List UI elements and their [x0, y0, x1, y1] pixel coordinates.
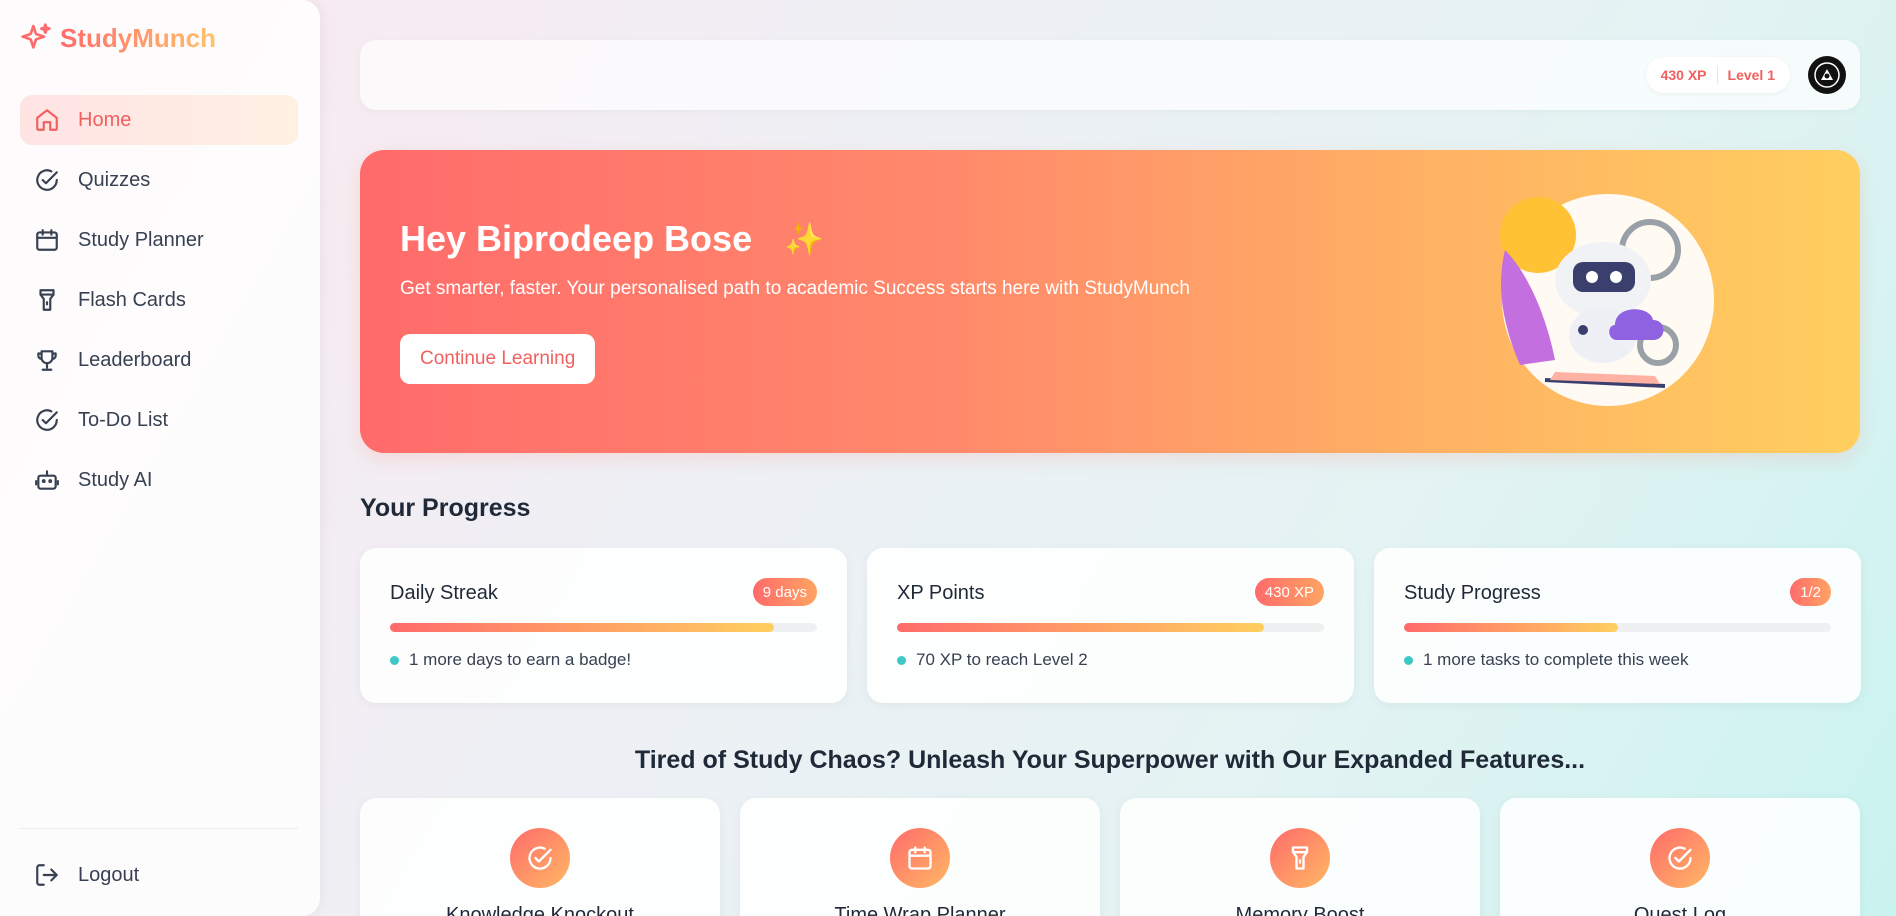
- greeting-title: Hey Biprodeep Bose: [400, 218, 753, 259]
- sidebar: StudyMunch Home Quizzes Study Planner Fl…: [0, 0, 320, 916]
- welcome-banner: Hey Biprodeep Bose ✨ Get smarter, faster…: [360, 150, 1860, 453]
- status-badge: 9 days: [752, 578, 817, 606]
- sparkles-icon: [21, 23, 51, 49]
- greeting-subtitle: Get smarter, faster. Your personalised p…: [400, 278, 1190, 299]
- top-bar: 430 XP Level 1: [360, 40, 1860, 110]
- brand-name: StudyMunch: [60, 22, 216, 53]
- feature-card-memory-boost[interactable]: Memory Boost: [1120, 798, 1480, 916]
- pill-divider: [1716, 66, 1718, 84]
- status-badge: 430 XP: [1254, 578, 1324, 606]
- trophy-icon: [37, 350, 57, 371]
- card-note-text: 1 more days to earn a badge!: [409, 650, 632, 669]
- sidebar-item-flash-cards[interactable]: Flash Cards: [20, 275, 298, 325]
- sidebar-item-label: Leaderboard: [78, 348, 192, 371]
- logout-label: Logout: [78, 863, 140, 886]
- logout-icon: [36, 864, 58, 886]
- card-title: Daily Streak: [390, 582, 498, 604]
- check-circle-icon: [1668, 846, 1692, 870]
- feature-label: Time Wrap Planner: [834, 904, 1006, 916]
- sidebar-item-quizzes[interactable]: Quizzes: [20, 155, 298, 205]
- study-progress-card: Study Progress 1/2 1 more tasks to compl…: [1374, 548, 1861, 703]
- level-value: Level 1: [1727, 67, 1775, 83]
- sidebar-nav: Home Quizzes Study Planner Flash Cards L…: [20, 95, 298, 515]
- home-icon: [36, 109, 58, 131]
- progress-track: [897, 623, 1324, 632]
- progress-section-title: Your Progress: [360, 494, 531, 522]
- flashlight-icon: [39, 289, 55, 311]
- user-avatar[interactable]: [1808, 56, 1846, 94]
- card-note: 1 more days to earn a badge!: [390, 650, 631, 670]
- progress-track: [1404, 623, 1831, 632]
- robot-illustration: [1500, 194, 1714, 406]
- sidebar-item-label: Home: [78, 108, 132, 131]
- feature-label: Memory Boost: [1235, 904, 1365, 916]
- sidebar-item-todo-list[interactable]: To-Do List: [20, 395, 298, 445]
- sidebar-item-label: To-Do List: [78, 408, 169, 431]
- feature-label: Knowledge Knockout: [446, 904, 634, 916]
- progress-fill: [1404, 623, 1618, 632]
- feature-icon-badge: [890, 828, 950, 888]
- card-note: 1 more tasks to complete this week: [1404, 650, 1689, 670]
- card-note-text: 70 XP to reach Level 2: [916, 650, 1088, 669]
- bullet-dot: [897, 655, 906, 665]
- continue-learning-button[interactable]: Continue Learning: [400, 334, 596, 384]
- features-section-title: Tired of Study Chaos? Unleash Your Super…: [634, 746, 1586, 774]
- bullet-dot: [390, 655, 399, 665]
- sparkle-emoji: ✨: [784, 221, 824, 257]
- sidebar-item-leaderboard[interactable]: Leaderboard: [20, 335, 298, 385]
- sidebar-item-home[interactable]: Home: [20, 95, 298, 145]
- xp-points-card: XP Points 430 XP 70 XP to reach Level 2: [867, 548, 1354, 703]
- check-circle-icon: [36, 169, 58, 191]
- sidebar-divider: [20, 828, 298, 829]
- bullet-dot: [1404, 655, 1413, 665]
- progress-fill: [390, 623, 775, 632]
- calendar-icon: [36, 229, 58, 251]
- feature-icon-badge: [510, 828, 570, 888]
- progress-track: [390, 623, 817, 632]
- logout-button[interactable]: Logout: [20, 850, 298, 900]
- brand-logo[interactable]: StudyMunch: [20, 22, 216, 54]
- sidebar-item-label: Study AI: [78, 468, 153, 491]
- robot-icon: [35, 470, 59, 490]
- feature-label: Quest Log: [1633, 904, 1727, 916]
- card-title: XP Points: [897, 582, 985, 604]
- card-title: Study Progress: [1404, 582, 1541, 604]
- sidebar-item-label: Flash Cards: [78, 288, 186, 311]
- card-note-text: 1 more tasks to complete this week: [1423, 650, 1689, 669]
- flashlight-icon: [1291, 846, 1309, 870]
- sidebar-item-label: Study Planner: [78, 228, 204, 251]
- check-circle-icon: [528, 846, 552, 870]
- status-badge: 1/2: [1790, 578, 1831, 606]
- feature-card-time-wrap-planner[interactable]: Time Wrap Planner: [740, 798, 1100, 916]
- feature-card-quest-log[interactable]: Quest Log: [1500, 798, 1860, 916]
- avatar-image: [1814, 62, 1840, 88]
- check-circle-icon: [36, 409, 58, 431]
- xp-value: 430 XP: [1660, 67, 1707, 83]
- sidebar-item-study-ai[interactable]: Study AI: [20, 455, 298, 505]
- feature-icon-badge: [1270, 828, 1330, 888]
- feature-card-knowledge-knockout[interactable]: Knowledge Knockout: [360, 798, 720, 916]
- sidebar-item-label: Quizzes: [78, 168, 151, 191]
- progress-fill: [897, 623, 1265, 632]
- xp-level-pill[interactable]: 430 XP Level 1: [1645, 57, 1790, 93]
- card-note: 70 XP to reach Level 2: [897, 650, 1088, 670]
- daily-streak-card: Daily Streak 9 days 1 more days to earn …: [360, 548, 847, 703]
- sidebar-item-study-planner[interactable]: Study Planner: [20, 215, 298, 265]
- calendar-icon: [908, 846, 932, 870]
- feature-icon-badge: [1650, 828, 1710, 888]
